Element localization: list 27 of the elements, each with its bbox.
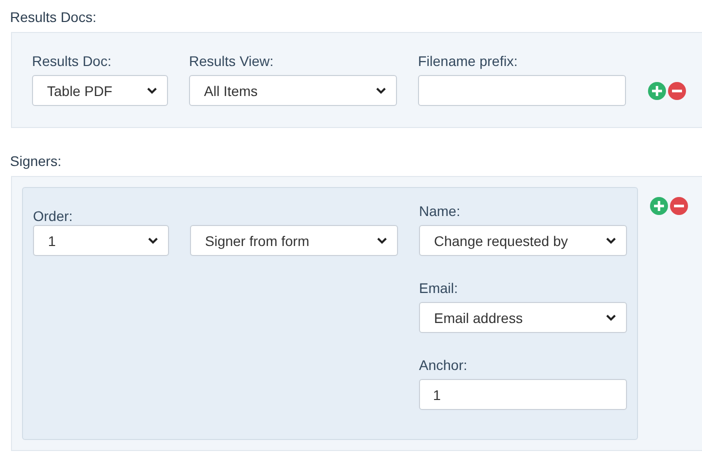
add-icon[interactable] <box>650 197 668 215</box>
chevron-down-icon <box>148 237 158 244</box>
dropdown[interactable]: All Items <box>189 75 397 106</box>
remove-icon[interactable] <box>670 197 688 215</box>
input-field[interactable]: 1 <box>419 379 627 410</box>
chevron-down-icon <box>606 314 616 321</box>
add-icon[interactable] <box>648 82 666 100</box>
chevron-down-icon <box>606 237 616 244</box>
chevron-down-icon <box>147 87 157 94</box>
field-label: Results Doc: <box>32 53 112 70</box>
section-title: Signers: <box>10 152 62 170</box>
dropdown[interactable]: Email address <box>419 302 627 333</box>
field-label: Order: <box>33 208 73 225</box>
field-label: Anchor: <box>419 357 468 374</box>
chevron-down-icon <box>376 87 386 94</box>
dropdown[interactable]: Change requested by <box>419 225 627 256</box>
dropdown[interactable]: Signer from form <box>190 225 398 256</box>
field-label: Filename prefix: <box>418 53 518 70</box>
chevron-down-icon <box>377 237 387 244</box>
section-title: Results Docs: <box>10 8 96 26</box>
field-label: Email: <box>419 280 458 297</box>
field-label: Name: <box>419 203 460 220</box>
remove-icon[interactable] <box>668 82 686 100</box>
dropdown[interactable]: Table PDF <box>32 75 168 106</box>
input-field[interactable] <box>418 75 626 106</box>
dropdown[interactable]: 1 <box>33 225 169 256</box>
field-label: Results View: <box>189 53 274 70</box>
